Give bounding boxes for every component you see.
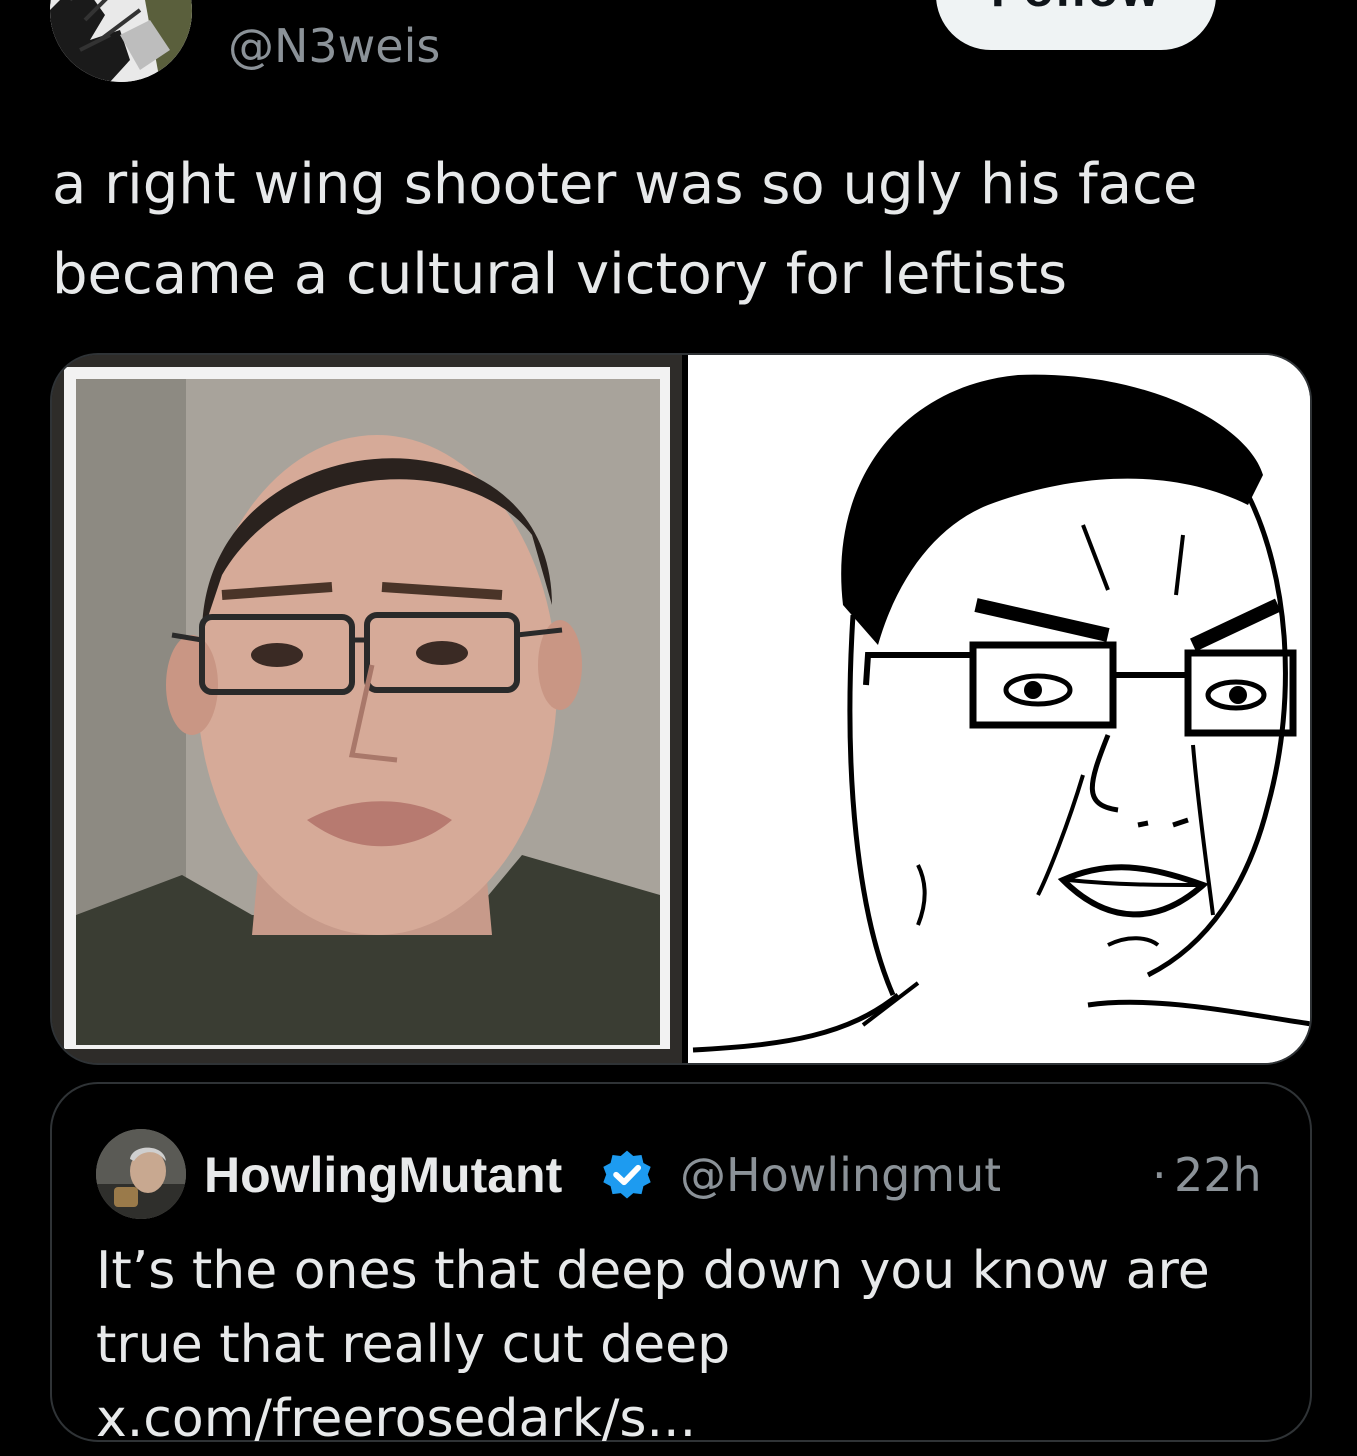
tweet-media[interactable] [50,353,1312,1065]
author-handle[interactable]: @N3weis [228,14,440,78]
manga-avatar-icon [50,0,192,82]
follow-button-label: Follow [936,0,1216,14]
media-image-photo[interactable] [52,355,682,1063]
separator-dot: · [1152,1148,1167,1202]
quote-text: It’s the ones that deep down you know ar… [96,1241,1210,1449]
verified-badge-icon [603,1150,651,1199]
follow-button[interactable]: Follow [936,0,1216,50]
tweet-text: a right wing shooter was so ugly his fac… [52,152,1198,307]
media-image-drawing[interactable] [688,355,1310,1063]
quote-author-avatar[interactable] [96,1129,186,1219]
quote-author-name[interactable]: HowlingMutant [204,1142,584,1208]
quote-tweet[interactable]: HowlingMutant @Howlingmutant0 · 22h It’s… [50,1082,1312,1449]
person-avatar-icon [96,1129,186,1219]
quote-author-handle[interactable]: @Howlingmutant0 [680,1142,1000,1208]
author-avatar[interactable] [50,0,192,82]
quote-timestamp[interactable]: 22h [1174,1142,1262,1208]
